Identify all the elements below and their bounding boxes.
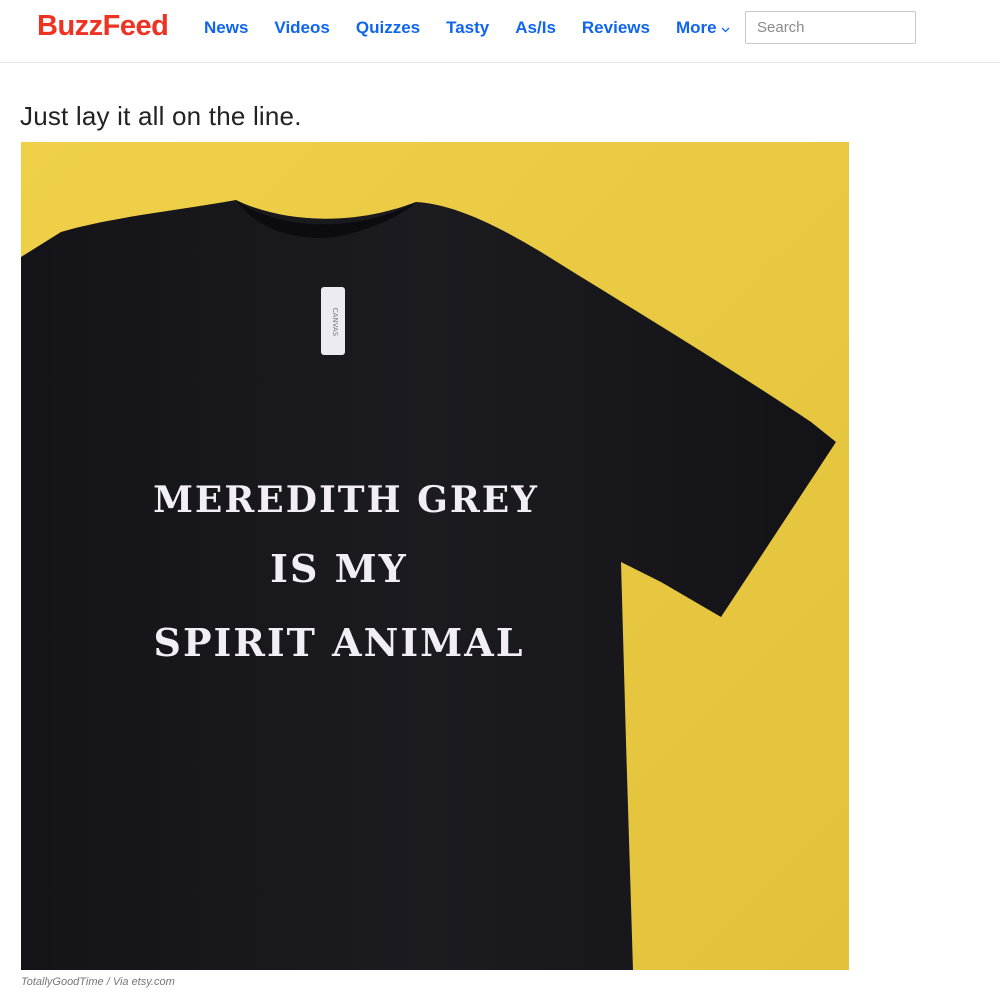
nav-asis-label: As/Is: [515, 18, 556, 37]
nav-news-label: News: [204, 18, 249, 37]
nav-asis[interactable]: As/Is: [515, 17, 556, 39]
nav-tasty[interactable]: Tasty: [446, 17, 489, 39]
nav-tasty-label: Tasty: [446, 18, 490, 37]
shirt-illustration: CANVAS MEREDITH GREY IS MY SPIRIT ANIMAL: [21, 142, 849, 970]
article-heading: Just lay it all on the line.: [20, 101, 302, 131]
main-nav: News Videos Quizzes Tasty As/Is Reviews …: [204, 17, 756, 39]
site-header: BuzzFeed News Videos Quizzes Tasty As/Is…: [0, 0, 1000, 63]
nav-quizzes[interactable]: Quizzes: [356, 17, 420, 39]
shirt-photo: CANVAS MEREDITH GREY IS MY SPIRIT ANIMAL: [21, 142, 849, 970]
nav-more[interactable]: More: [676, 17, 730, 39]
shirt-line-3: SPIRIT ANIMAL: [154, 620, 525, 665]
search-input[interactable]: [745, 11, 916, 44]
photo-credit: TotallyGoodTime / Via etsy.com: [21, 976, 175, 988]
shirt-tag-text: CANVAS: [331, 308, 339, 337]
nav-videos[interactable]: Videos: [274, 17, 329, 39]
nav-quizzes-label: Quizzes: [355, 18, 421, 37]
shirt-line-2: IS MY: [270, 546, 408, 591]
nav-reviews-label: Reviews: [581, 18, 650, 37]
shirt-line-1: MEREDITH GREY: [153, 479, 539, 521]
nav-videos-label: Videos: [274, 18, 330, 37]
nav-reviews[interactable]: Reviews: [582, 17, 650, 39]
buzzfeed-logo[interactable]: BuzzFeed: [37, 9, 169, 43]
nav-more-label: More: [675, 18, 717, 37]
chevron-down-icon: [721, 17, 730, 39]
nav-news[interactable]: News: [204, 17, 248, 39]
